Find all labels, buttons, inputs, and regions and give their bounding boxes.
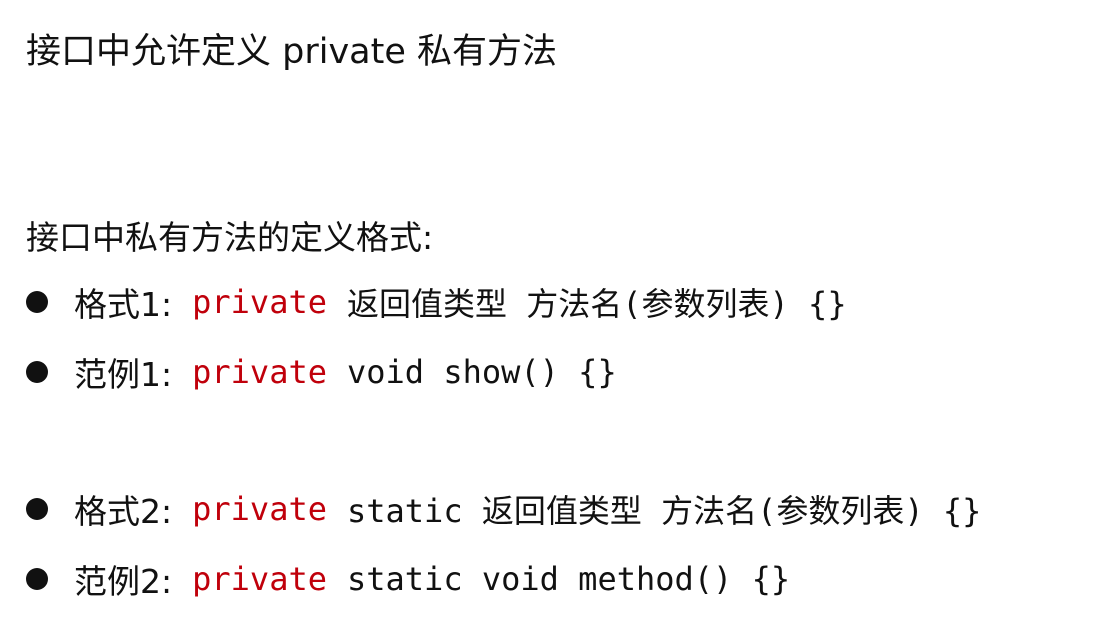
item-label: 范例2: bbox=[74, 562, 173, 601]
code-text: 返回值类型 方法名(参数列表) {} bbox=[346, 285, 847, 323]
bullet-item-format-1: 格式1: private 返回值类型 方法名(参数列表) {} bbox=[26, 272, 847, 332]
code-text: static 返回值类型 方法名(参数列表) {} bbox=[346, 492, 982, 530]
slide-page: 接口中允许定义 private 私有方法 接口中私有方法的定义格式: 格式1: … bbox=[0, 0, 1112, 624]
item-label: 格式1: bbox=[74, 285, 173, 324]
keyword-private: private bbox=[192, 283, 327, 321]
bullet-item-example-1: 范例1: private void show() {} bbox=[26, 342, 617, 402]
bullet-dot-icon bbox=[26, 568, 48, 590]
keyword-private: private bbox=[192, 560, 327, 598]
keyword-private: private bbox=[192, 490, 327, 528]
bullet-dot-icon bbox=[26, 498, 48, 520]
page-title: 接口中允许定义 private 私有方法 bbox=[26, 32, 557, 72]
bullet-dot-icon bbox=[26, 291, 48, 313]
code-text: static void method() {} bbox=[346, 560, 791, 598]
item-label: 范例1: bbox=[74, 355, 173, 394]
bullet-item-format-2: 格式2: private static 返回值类型 方法名(参数列表) {} bbox=[26, 479, 981, 539]
item-label: 格式2: bbox=[74, 492, 173, 531]
code-text: void show() {} bbox=[346, 353, 617, 391]
section-heading: 接口中私有方法的定义格式: bbox=[26, 218, 434, 257]
bullet-dot-icon bbox=[26, 361, 48, 383]
bullet-item-example-2: 范例2: private static void method() {} bbox=[26, 549, 790, 609]
keyword-private: private bbox=[192, 353, 327, 391]
